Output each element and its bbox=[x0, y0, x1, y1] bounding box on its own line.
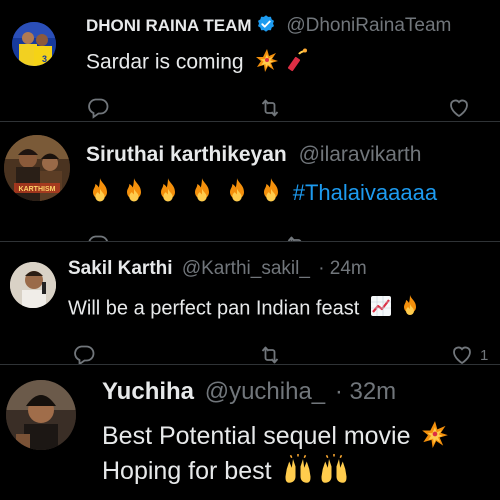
tweet-card[interactable]: Yuchiha @yuchiha_ · 32m Best Potential s… bbox=[0, 366, 500, 500]
tweet-time[interactable]: · 32m bbox=[335, 378, 396, 405]
like-button[interactable] bbox=[447, 96, 471, 120]
heart-icon bbox=[453, 346, 471, 364]
like-count: 1 bbox=[480, 346, 489, 364]
fire-emoji-icon bbox=[257, 177, 285, 211]
reply-button[interactable] bbox=[86, 96, 110, 120]
tweet-time[interactable]: · 24m bbox=[318, 258, 367, 279]
firecracker-emoji-icon bbox=[285, 48, 309, 78]
hashtag-link[interactable]: #Thalaivaaaaa bbox=[293, 180, 437, 205]
reply-icon bbox=[88, 98, 109, 119]
fire-emoji-icon bbox=[86, 177, 114, 211]
author-handle[interactable]: @DhoniRainaTeam bbox=[286, 15, 451, 36]
tweet-text-line2: Hoping for best bbox=[102, 457, 272, 486]
collision-emoji-icon bbox=[421, 420, 449, 455]
raising-hands-emoji-icon bbox=[283, 454, 313, 491]
fire-emoji-icon bbox=[223, 177, 251, 211]
reply-button[interactable] bbox=[72, 343, 96, 364]
avatar-badge: KARTHISM bbox=[19, 186, 56, 193]
tweet-text: #Thalaivaaaaa bbox=[86, 177, 437, 211]
retweet-icon bbox=[261, 346, 279, 364]
author-name[interactable]: Sakil Karthi bbox=[68, 258, 173, 279]
chart-increasing-emoji-icon bbox=[369, 294, 393, 324]
like-button[interactable]: 1 bbox=[450, 343, 489, 364]
tweet-card[interactable]: 3 DHONI RAINA TEAM @DhoniRainaTeam Sarda… bbox=[0, 0, 500, 122]
avatar[interactable]: KARTHISM bbox=[4, 135, 70, 201]
fire-emoji-icon bbox=[120, 177, 148, 211]
avatar[interactable]: 3 bbox=[12, 22, 56, 66]
heart-icon bbox=[450, 99, 468, 118]
avatar[interactable] bbox=[10, 262, 56, 308]
retweet-button[interactable] bbox=[258, 96, 282, 120]
verified-badge-icon bbox=[256, 14, 276, 39]
reply-icon bbox=[88, 235, 108, 241]
author-name[interactable]: DHONI RAINA TEAM bbox=[86, 16, 252, 35]
raising-hands-emoji-icon bbox=[319, 454, 349, 491]
retweet-button[interactable] bbox=[258, 343, 282, 364]
author-handle[interactable]: @ilaravikarth bbox=[299, 143, 422, 166]
tweet-card[interactable]: Sakil Karthi @Karthi_sakil_ · 24m Will b… bbox=[0, 241, 500, 365]
author-handle[interactable]: @yuchiha_ bbox=[205, 378, 325, 405]
tweet-card[interactable]: KARTHISM Siruthai karthikeyan @ilaravika… bbox=[0, 123, 500, 241]
fire-emoji-icon bbox=[154, 177, 182, 211]
reply-button[interactable] bbox=[86, 233, 110, 241]
reply-icon bbox=[74, 345, 95, 364]
author-name[interactable]: Siruthai karthikeyan bbox=[86, 143, 287, 166]
avatar[interactable] bbox=[6, 380, 76, 450]
collision-emoji-icon bbox=[255, 48, 279, 78]
tweet-text: Sardar is coming bbox=[86, 50, 244, 74]
fire-emoji-icon bbox=[398, 294, 422, 324]
retweet-icon bbox=[287, 236, 302, 241]
tweet-text-line1: Best Potential sequel movie bbox=[102, 422, 411, 451]
tweet-text: Will be a perfect pan Indian feast bbox=[68, 297, 360, 320]
retweet-icon bbox=[261, 99, 279, 117]
fire-emoji-icon bbox=[188, 177, 216, 211]
svg-text:3: 3 bbox=[42, 54, 47, 64]
author-handle[interactable]: @Karthi_sakil_ bbox=[182, 258, 310, 279]
retweet-button[interactable] bbox=[284, 233, 308, 241]
author-name[interactable]: Yuchiha bbox=[102, 378, 194, 405]
